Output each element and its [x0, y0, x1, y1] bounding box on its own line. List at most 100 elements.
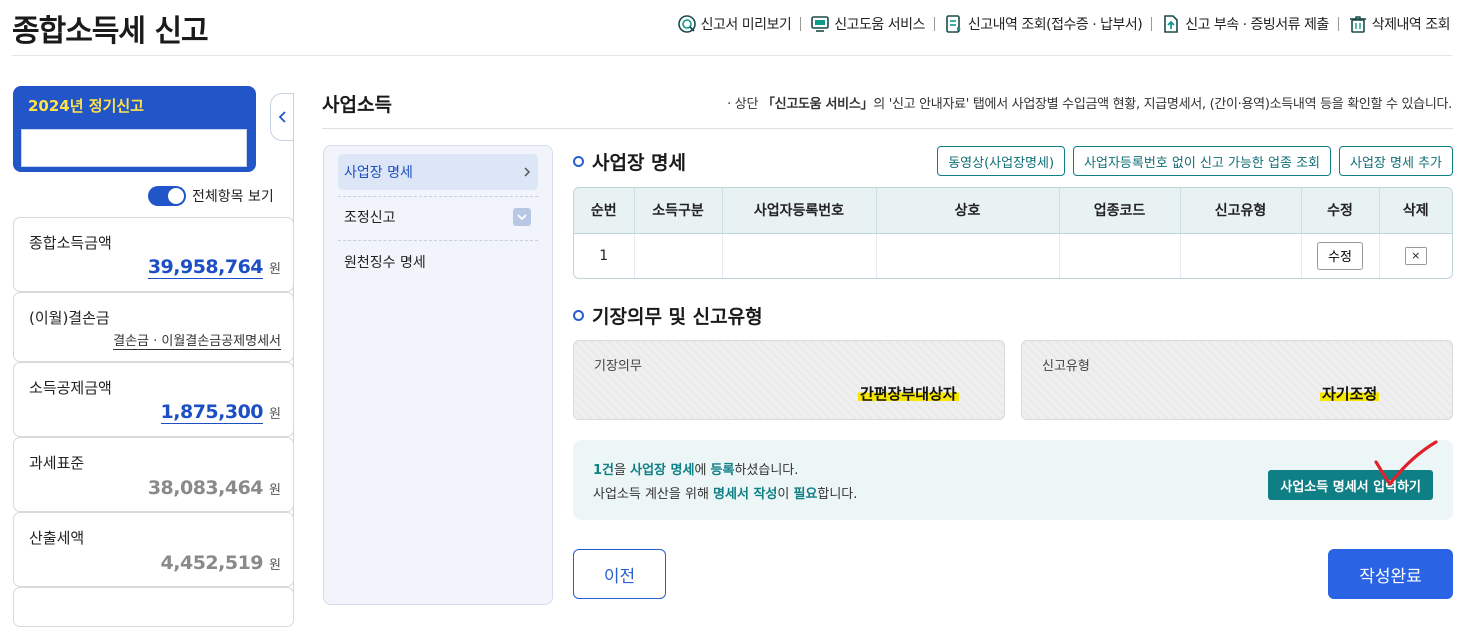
- summary-card-value[interactable]: 39,958,764: [147, 256, 264, 279]
- summary-card-unit: 원: [269, 558, 281, 573]
- monitor-help-icon: [811, 16, 830, 32]
- cell-edit: 수정: [1301, 233, 1380, 278]
- summary-card-title: (이월)결손금: [29, 309, 110, 327]
- filing-name-field[interactable]: [21, 129, 247, 167]
- column-header: 소득구분: [634, 188, 723, 234]
- doc-upload-icon: [1164, 15, 1179, 33]
- industry-lookup-button[interactable]: 사업자등록번호 없이 신고 가능한 업종 조회: [1073, 146, 1331, 176]
- guide-prefix: · 상단: [727, 97, 762, 112]
- summary-card-unit: 원: [269, 262, 281, 277]
- info-text: 이: [777, 487, 794, 502]
- column-header: 사업자등록번호: [722, 188, 877, 234]
- bullet-dot-icon: [573, 310, 584, 321]
- info-text: 에: [694, 463, 711, 478]
- info-text: 1건: [593, 463, 615, 478]
- table-row: 1 수정 ×: [574, 233, 1452, 278]
- delete-row-button[interactable]: ×: [1404, 246, 1427, 265]
- filing-year-label: 2024년 정기신고: [28, 97, 144, 115]
- nav-divider: [1337, 17, 1339, 31]
- report-type-value: 자기조정: [1320, 383, 1380, 404]
- checkmark-annotation-icon: [1374, 440, 1438, 486]
- column-header: 수정: [1301, 188, 1380, 234]
- submenu-item-business-details[interactable]: 사업장 명세: [338, 154, 538, 190]
- info-text: 명세서 작성: [713, 487, 778, 502]
- chevron-left-icon: [278, 111, 286, 123]
- add-business-button[interactable]: 사업장 명세 추가: [1339, 146, 1453, 176]
- submenu-item-label: 조정신고: [344, 210, 396, 226]
- business-table: 순번 소득구분 사업자등록번호 상호 업종코드 신고유형 수정 삭제 1 수정 …: [573, 187, 1453, 279]
- cell-report-type: [1180, 233, 1302, 278]
- submenu-item-label: 원천징수 명세: [344, 255, 426, 271]
- nav-attach[interactable]: 신고 부속 · 증빙서류 제출: [1161, 14, 1329, 34]
- summary-card-value[interactable]: 1,875,300: [160, 401, 264, 424]
- info-text: 필요: [793, 487, 818, 502]
- summary-card-title: 소득공제금액: [29, 379, 112, 397]
- chevron-right-icon: [524, 167, 531, 177]
- duty-heading: 기장의무 및 신고유형: [573, 302, 763, 329]
- info-text: 을: [614, 463, 631, 478]
- nav-divider: [933, 17, 935, 31]
- cell-industry-code: [1059, 233, 1181, 278]
- nav-help-service-label: 신고도움 서비스: [834, 17, 925, 33]
- submenu-divider: [338, 196, 538, 197]
- column-header: 상호: [876, 188, 1060, 234]
- main-divider: [322, 128, 1453, 129]
- show-all-toggle[interactable]: [148, 186, 186, 206]
- guide-bold: 「신고도움 서비스」: [761, 97, 874, 112]
- info-text: 하셨습니다.: [734, 463, 799, 478]
- duty-title: 기장의무 및 신고유형: [592, 306, 763, 328]
- summary-card-deduction: 소득공제금액 1,875,300 원: [13, 362, 294, 437]
- previous-button[interactable]: 이전: [573, 549, 666, 599]
- nav-preview-label: 신고서 미리보기: [700, 17, 792, 33]
- sidebar-collapse-button[interactable]: [270, 93, 294, 141]
- info-text: 사업장 명세: [630, 463, 695, 478]
- page-title: 종합소득세 신고: [12, 14, 209, 49]
- trash-icon: [1349, 16, 1366, 33]
- cell-reg-no: [722, 233, 877, 278]
- summary-card-title: 과세표준: [29, 454, 85, 472]
- column-header: 업종코드: [1059, 188, 1181, 234]
- nav-history[interactable]: 신고내역 조회(접수증 · 납부서): [944, 14, 1143, 34]
- submenu-divider: [338, 240, 538, 241]
- summary-card-calculated-tax: 산출세액 4,452,519 원: [13, 512, 294, 587]
- bookkeeping-duty-box: 기장의무 간편장부대상자: [573, 340, 1005, 420]
- column-header: 삭제: [1379, 188, 1452, 234]
- summary-card-value: 4,452,519: [160, 552, 264, 574]
- cell-income-type: [634, 233, 723, 278]
- edit-row-button[interactable]: 수정: [1317, 241, 1363, 270]
- summary-card-unit: 원: [269, 483, 281, 498]
- filing-year-box: 2024년 정기신고: [13, 86, 256, 172]
- nav-history-label: 신고내역 조회(접수증 · 납부서): [967, 17, 1143, 33]
- nav-preview[interactable]: 신고서 미리보기: [677, 14, 792, 34]
- guide-text: · 상단 「신고도움 서비스」의 '신고 안내자료' 탭에서 사업장별 수입금액…: [727, 93, 1452, 112]
- report-type-box: 신고유형 자기조정: [1021, 340, 1453, 420]
- bookkeeping-duty-label: 기장의무: [594, 359, 642, 374]
- summary-card-income: 종합소득금액 39,958,764 원: [13, 217, 294, 292]
- info-text: 등록: [710, 463, 735, 478]
- column-header: 순번: [574, 188, 635, 234]
- guide-rest: 의 '신고 안내자료' 탭에서 사업장별 수입금액 현황, 지급명세서, (간이…: [873, 97, 1452, 112]
- video-guide-button[interactable]: 동영상(사업장명세): [937, 146, 1066, 176]
- cell-no: 1: [574, 233, 635, 278]
- cell-business-name: [876, 233, 1060, 278]
- magnifier-doc-icon: [677, 15, 696, 33]
- table-header-row: 순번 소득구분 사업자등록번호 상호 업종코드 신고유형 수정 삭제: [574, 188, 1452, 234]
- nav-attach-label: 신고 부속 · 증빙서류 제출: [1185, 17, 1329, 33]
- section-title: 사업소득: [322, 94, 392, 116]
- summary-card-value: 38,083,464: [147, 477, 264, 499]
- top-nav: 신고서 미리보기 신고도움 서비스 신고내역 조회(접수증 · 납부서) 신고 …: [677, 14, 1451, 34]
- chevron-down-icon[interactable]: [513, 208, 531, 226]
- submenu-item-withholding[interactable]: 원천징수 명세: [338, 244, 538, 280]
- nav-help-service[interactable]: 신고도움 서비스: [810, 14, 925, 34]
- complete-button[interactable]: 작성완료: [1328, 549, 1453, 599]
- submenu-item-adjustment[interactable]: 조정신고: [338, 199, 538, 235]
- column-header: 신고유형: [1180, 188, 1302, 234]
- nav-deleted[interactable]: 삭제내역 조회: [1348, 14, 1451, 34]
- summary-card-tax-base: 과세표준 38,083,464 원: [13, 437, 294, 512]
- business-actions: 동영상(사업장명세) 사업자등록번호 없이 신고 가능한 업종 조회 사업장 명…: [937, 146, 1453, 176]
- loss-statement-link[interactable]: 결손금 · 이월결손금공제명세서: [113, 330, 281, 350]
- business-details-title: 사업장 명세: [592, 152, 687, 174]
- nav-divider: [1151, 17, 1153, 31]
- submenu-item-label: 사업장 명세: [344, 165, 413, 181]
- summary-card-next: [13, 587, 294, 627]
